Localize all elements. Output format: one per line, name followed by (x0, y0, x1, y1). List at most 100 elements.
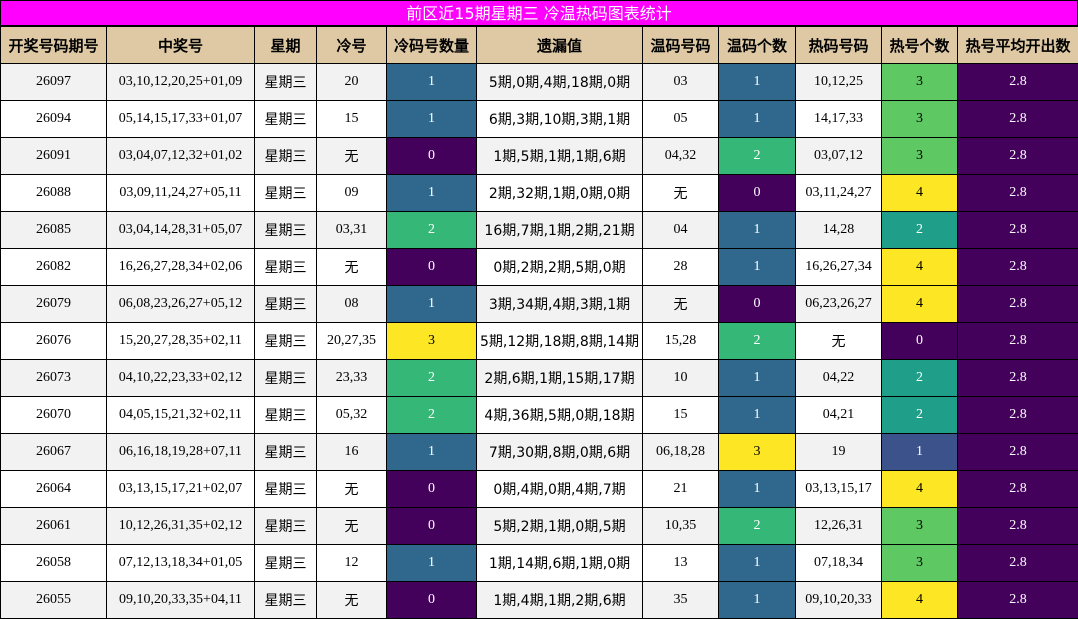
cold-numbers-cell: 无 (316, 137, 387, 175)
warm-numbers-cell: 无 (642, 285, 719, 323)
winning-numbers-cell: 09,10,20,33,35+04,11 (106, 581, 255, 619)
hot-average-cell: 2.8 (957, 470, 1078, 508)
table-row: 26076 15,20,27,28,35+02,11 星期三 20,27,35 3 5期,… (0, 322, 1078, 360)
warm-numbers-cell: 05 (642, 100, 719, 138)
table-row: 26070 04,05,15,21,32+02,11 星期三 05,32 2 4期,36期… (0, 396, 1078, 434)
winning-numbers-cell: 03,13,15,17,21+02,07 (106, 470, 255, 508)
hot-count-cell: 4 (881, 581, 958, 619)
hot-average-cell: 2.8 (957, 100, 1078, 138)
warm-count-cell: 2 (718, 507, 796, 545)
hot-count-cell: 3 (881, 544, 958, 582)
omission-cell: 2期,6期,1期,15期,17期 (476, 359, 643, 397)
cold-numbers-cell: 05,32 (316, 396, 387, 434)
hot-numbers-cell: 07,18,34 (795, 544, 882, 582)
cold-numbers-cell: 无 (316, 507, 387, 545)
cold-numbers-cell: 08 (316, 285, 387, 323)
weekday-cell: 星期三 (254, 137, 317, 175)
cold-count-cell: 1 (386, 174, 477, 212)
omission-cell: 7期,30期,8期,0期,6期 (476, 433, 643, 471)
winning-numbers-cell: 15,20,27,28,35+02,11 (106, 322, 255, 360)
issue-cell: 26064 (0, 470, 107, 508)
omission-cell: 1期,5期,1期,1期,6期 (476, 137, 643, 175)
omission-cell: 0期,2期,2期,5期,0期 (476, 248, 643, 286)
omission-cell: 5期,0期,4期,18期,0期 (476, 63, 643, 101)
issue-cell: 26082 (0, 248, 107, 286)
warm-numbers-cell: 03 (642, 63, 719, 101)
weekday-cell: 星期三 (254, 581, 317, 619)
issue-cell: 26070 (0, 396, 107, 434)
winning-numbers-cell: 05,14,15,17,33+01,07 (106, 100, 255, 138)
omission-cell: 6期,3期,10期,3期,1期 (476, 100, 643, 138)
issue-cell: 26073 (0, 359, 107, 397)
omission-cell: 1期,4期,1期,2期,6期 (476, 581, 643, 619)
winning-numbers-cell: 03,09,11,24,27+05,11 (106, 174, 255, 212)
hot-count-cell: 3 (881, 100, 958, 138)
hot-numbers-cell: 14,28 (795, 211, 882, 249)
warm-numbers-cell: 15,28 (642, 322, 719, 360)
hot-average-cell: 2.8 (957, 359, 1078, 397)
cold-count-cell: 0 (386, 507, 477, 545)
header-cold-numbers: 冷号 (316, 26, 387, 64)
warm-numbers-cell: 10,35 (642, 507, 719, 545)
warm-numbers-cell: 35 (642, 581, 719, 619)
hot-average-cell: 2.8 (957, 581, 1078, 619)
warm-count-cell: 1 (718, 63, 796, 101)
hot-numbers-cell: 03,07,12 (795, 137, 882, 175)
cold-numbers-cell: 20,27,35 (316, 322, 387, 360)
warm-numbers-cell: 15 (642, 396, 719, 434)
weekday-cell: 星期三 (254, 211, 317, 249)
hot-numbers-cell: 10,12,25 (795, 63, 882, 101)
omission-cell: 5期,12期,18期,8期,14期 (476, 322, 643, 360)
header-winning-numbers: 中奖号 (106, 26, 255, 64)
winning-numbers-cell: 06,08,23,26,27+05,12 (106, 285, 255, 323)
weekday-cell: 星期三 (254, 396, 317, 434)
table-row: 26085 03,04,14,28,31+05,07 星期三 03,31 2 16期,7期… (0, 211, 1078, 249)
weekday-cell: 星期三 (254, 470, 317, 508)
cold-numbers-cell: 无 (316, 470, 387, 508)
cold-count-cell: 2 (386, 211, 477, 249)
warm-numbers-cell: 21 (642, 470, 719, 508)
cold-count-cell: 3 (386, 322, 477, 360)
weekday-cell: 星期三 (254, 174, 317, 212)
cold-count-cell: 1 (386, 285, 477, 323)
issue-cell: 26067 (0, 433, 107, 471)
hot-count-cell: 4 (881, 285, 958, 323)
table-row: 26064 03,13,15,17,21+02,07 星期三无 0 0期,4期,0期,4… (0, 470, 1078, 508)
hot-numbers-cell: 19 (795, 433, 882, 471)
issue-cell: 26076 (0, 322, 107, 360)
warm-count-cell: 2 (718, 322, 796, 360)
cold-numbers-cell: 23,33 (316, 359, 387, 397)
weekday-cell: 星期三 (254, 285, 317, 323)
warm-numbers-cell: 28 (642, 248, 719, 286)
hot-average-cell: 2.8 (957, 137, 1078, 175)
hot-average-cell: 2.8 (957, 174, 1078, 212)
table-row: 26088 03,09,11,24,27+05,11 星期三 09 1 2期,32期,1期… (0, 174, 1078, 212)
stats-table: 开奖号码期号 中奖号 星期 冷号 冷码号数量 遗漏值 温码号码 温码个数 热码号… (0, 26, 1078, 619)
warm-numbers-cell: 13 (642, 544, 719, 582)
warm-count-cell: 1 (718, 359, 796, 397)
hot-numbers-cell: 03,13,15,17 (795, 470, 882, 508)
table-row: 26079 06,08,23,26,27+05,12 星期三 08 1 3期,34期,4期… (0, 285, 1078, 323)
hot-average-cell: 2.8 (957, 507, 1078, 545)
weekday-cell: 星期三 (254, 359, 317, 397)
warm-count-cell: 1 (718, 100, 796, 138)
header-omission: 遗漏值 (476, 26, 643, 64)
winning-numbers-cell: 03,10,12,20,25+01,09 (106, 63, 255, 101)
header-row: 开奖号码期号 中奖号 星期 冷号 冷码号数量 遗漏值 温码号码 温码个数 热码号… (0, 26, 1078, 64)
table-row: 26073 04,10,22,23,33+02,12 星期三 23,33 2 2期,6期,… (0, 359, 1078, 397)
hot-numbers-cell: 09,10,20,33 (795, 581, 882, 619)
cold-numbers-cell: 20 (316, 63, 387, 101)
header-weekday: 星期 (254, 26, 317, 64)
winning-numbers-cell: 16,26,27,28,34+02,06 (106, 248, 255, 286)
hot-numbers-cell: 04,21 (795, 396, 882, 434)
header-hot-count: 热号个数 (881, 26, 958, 64)
issue-cell: 26055 (0, 581, 107, 619)
omission-cell: 1期,14期,6期,1期,0期 (476, 544, 643, 582)
warm-numbers-cell: 04 (642, 211, 719, 249)
table-row: 26094 05,14,15,17,33+01,07 星期三 15 1 6期,3期,10期… (0, 100, 1078, 138)
cold-numbers-cell: 03,31 (316, 211, 387, 249)
winning-numbers-cell: 04,10,22,23,33+02,12 (106, 359, 255, 397)
table-row: 26067 06,16,18,19,28+07,11 星期三 16 1 7期,30期,8期… (0, 433, 1078, 471)
weekday-cell: 星期三 (254, 507, 317, 545)
hot-count-cell: 4 (881, 174, 958, 212)
